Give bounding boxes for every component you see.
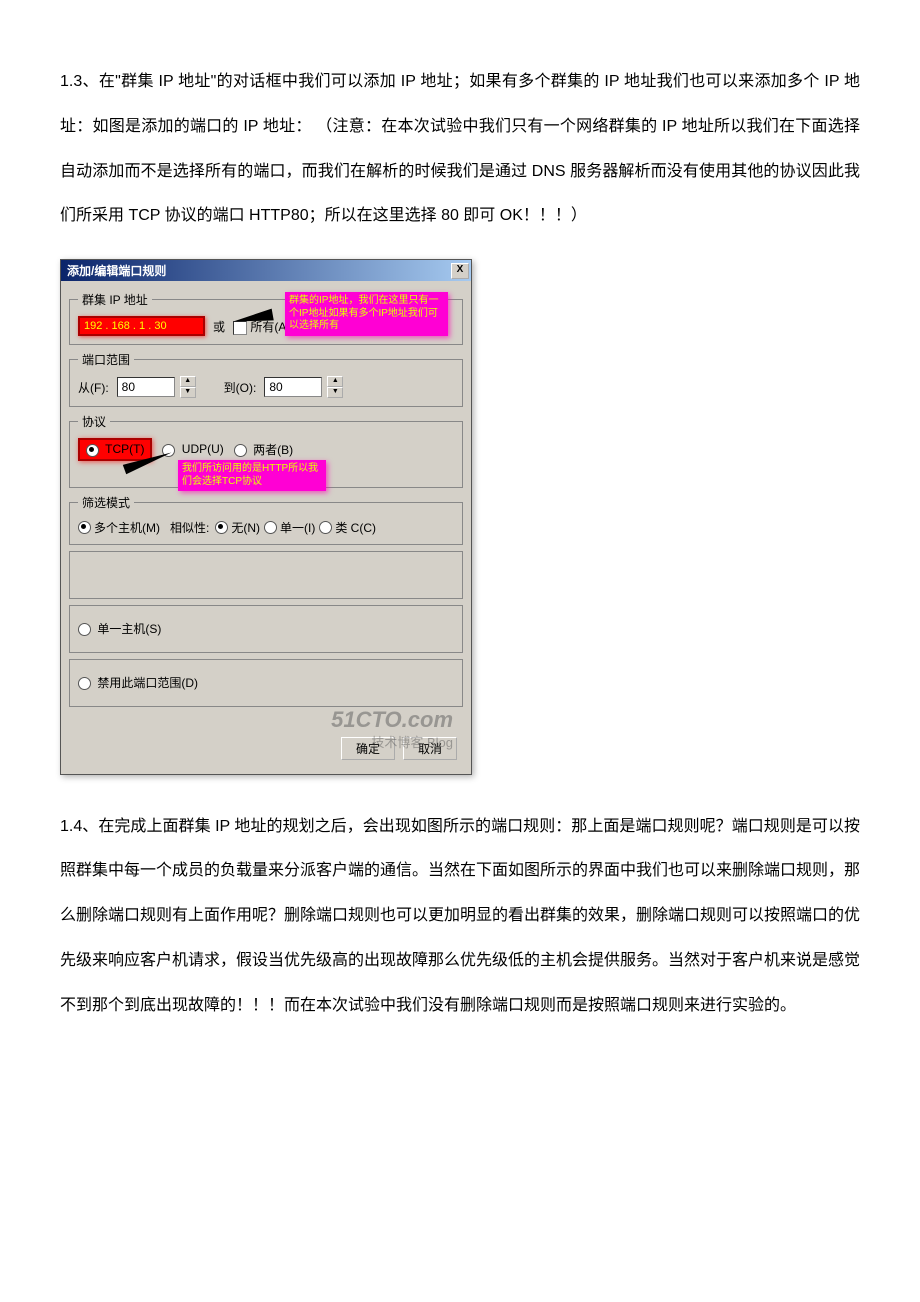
multi-host-radio[interactable] (78, 521, 91, 534)
udp-label: UDP(U) (182, 442, 224, 456)
single-radio[interactable] (264, 521, 277, 534)
group-ip-fieldset: 群集 IP 地址 群集的IP地址，我们在这里只有一个IP地址如果有多个IP地址我… (69, 291, 463, 345)
filter-mode-fieldset: 筛选模式 多个主机(M) 相似性: 无(N) 单一(I) 类 C(C) (69, 494, 463, 545)
or-label: 或 (213, 318, 225, 335)
classc-radio[interactable] (319, 521, 332, 534)
protocol-callout: 我们所访问用的是HTTP所以我们会选择TCP协议 (178, 460, 326, 491)
dialog-title: 添加/编辑端口规则 (67, 262, 451, 279)
tcp-label: TCP(T) (105, 442, 144, 456)
both-label: 两者(B) (253, 443, 293, 457)
from-port-input[interactable]: 80 (117, 377, 175, 397)
to-label: 到(O): (224, 379, 257, 396)
ip-callout: 群集的IP地址，我们在这里只有一个IP地址如果有多个IP地址我们可以选择所有 (285, 292, 448, 336)
classc-label: 类 C(C) (335, 519, 376, 536)
to-port-input[interactable]: 80 (264, 377, 322, 397)
both-radio-label[interactable]: 两者(B) (234, 441, 293, 458)
single-host-radio[interactable] (78, 623, 91, 636)
paragraph-1-3: 1.3、在"群集 IP 地址"的对话框中我们可以添加 IP 地址；如果有多个群集… (60, 60, 860, 239)
watermark-area: 51CTO.com 技术博客 Blog (69, 713, 463, 733)
protocol-fieldset: 协议 TCP(T) UDP(U) 两者(B) 我们所访问用的是HTTP所以我们会… (69, 413, 463, 487)
to-spinner[interactable]: ▲▼ (327, 376, 343, 398)
paragraph-1-4: 1.4、在完成上面群集 IP 地址的规划之后，会出现如图所示的端口规则：那上面是… (60, 805, 860, 1029)
group-ip-legend: 群集 IP 地址 (78, 291, 152, 308)
port-rule-dialog: 添加/编辑端口规则 X 群集 IP 地址 群集的IP地址，我们在这里只有一个IP… (60, 259, 472, 774)
tcp-radio[interactable] (86, 444, 99, 457)
disable-range-radio-label[interactable]: 禁用此端口范围(D) (78, 674, 198, 691)
cluster-ip-input[interactable]: 192 . 168 . 1 . 30 (78, 316, 205, 336)
disable-range-label: 禁用此端口范围(D) (97, 676, 198, 690)
multi-host-label: 多个主机(M) (94, 519, 160, 536)
disable-range-radio[interactable] (78, 677, 91, 690)
multi-host-radio-label[interactable]: 多个主机(M) (78, 519, 160, 536)
classc-radio-label[interactable]: 类 C(C) (319, 519, 376, 536)
single-host-radio-label[interactable]: 单一主机(S) (78, 620, 161, 637)
protocol-legend: 协议 (78, 413, 110, 430)
watermark-subtext: 技术博客 Blog (371, 732, 453, 751)
disable-range-fieldset: 禁用此端口范围(D) (69, 659, 463, 707)
port-range-fieldset: 端口范围 从(F): 80 ▲▼ 到(O): 80 ▲▼ (69, 351, 463, 407)
none-radio-label[interactable]: 无(N) (215, 519, 260, 536)
single-label: 单一(I) (280, 519, 315, 536)
single-radio-label[interactable]: 单一(I) (264, 519, 315, 536)
filter-mode-legend: 筛选模式 (78, 494, 134, 511)
single-host-fieldset: 单一主机(S) (69, 605, 463, 653)
close-button[interactable]: X (451, 263, 469, 279)
from-label: 从(F): (78, 379, 109, 396)
empty-spacer-fieldset (69, 551, 463, 599)
from-spinner[interactable]: ▲▼ (180, 376, 196, 398)
watermark-text: 51CTO.com (331, 707, 453, 733)
none-radio[interactable] (215, 521, 228, 534)
none-label: 无(N) (231, 519, 260, 536)
single-host-label: 单一主机(S) (97, 622, 161, 636)
similarity-label: 相似性: (170, 519, 209, 536)
dialog-titlebar: 添加/编辑端口规则 X (61, 260, 471, 281)
port-range-legend: 端口范围 (78, 351, 134, 368)
both-radio[interactable] (234, 444, 247, 457)
